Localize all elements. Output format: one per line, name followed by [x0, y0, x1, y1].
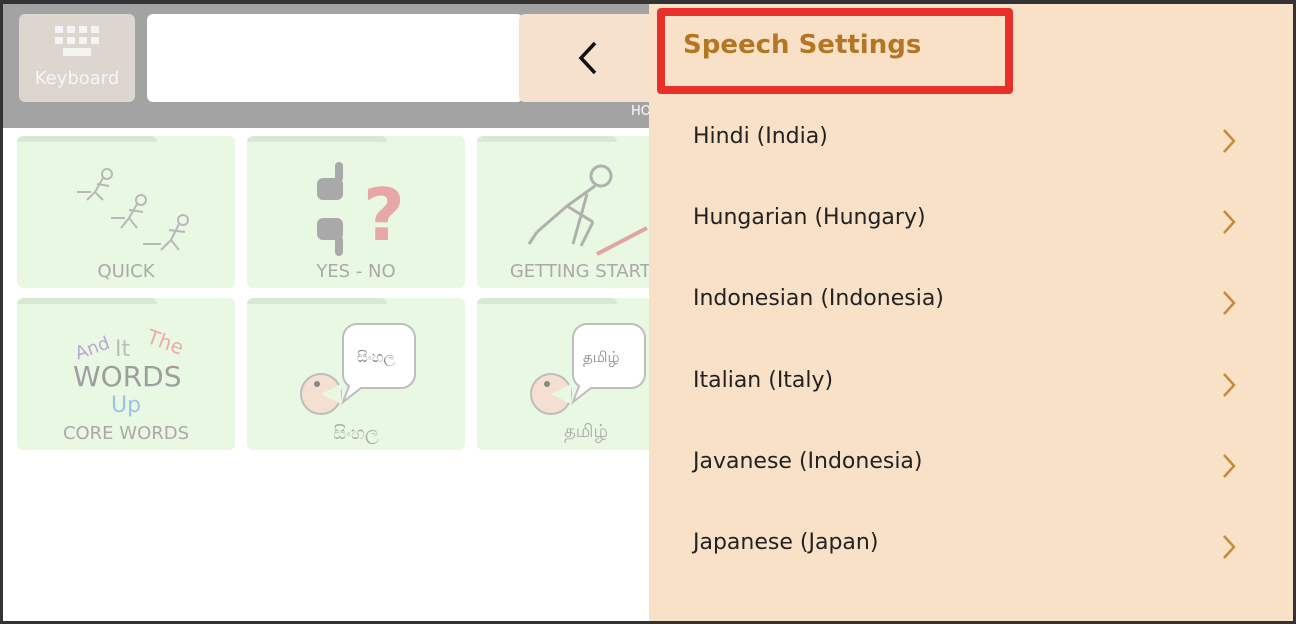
tile-tab	[247, 298, 387, 304]
tile-tab	[17, 136, 157, 142]
chevron-right-icon	[1223, 535, 1236, 559]
back-button[interactable]	[519, 14, 659, 102]
tile-core-words[interactable]: And It The WORDS Up CORE WORDS	[17, 298, 235, 450]
chevron-right-icon	[1223, 454, 1236, 478]
language-label: Japanese (Japan)	[693, 530, 879, 555]
art-word: The	[143, 324, 187, 360]
language-item-japanese[interactable]: Japanese (Japan)	[649, 510, 1289, 590]
tile-tab	[17, 298, 157, 304]
tile-tab	[247, 136, 387, 142]
tile-label: සිංහල	[333, 423, 379, 444]
keyboard-button[interactable]: Keyboard	[19, 14, 135, 102]
core-words-icon: And It The WORDS Up	[72, 324, 187, 418]
language-label: Hungarian (Hungary)	[693, 205, 926, 230]
art-word: Up	[111, 393, 141, 418]
language-label: Italian (Italy)	[693, 368, 834, 393]
language-item-javanese[interactable]: Javanese (Indonesia)	[649, 429, 1289, 509]
tile-label: YES - NO	[316, 261, 396, 282]
chevron-right-icon	[1223, 210, 1236, 234]
language-label: Hindi (India)	[693, 124, 828, 149]
language-label: Indonesian (Indonesia)	[693, 286, 944, 311]
language-item-italian[interactable]: Italian (Italy)	[649, 348, 1289, 428]
tile-tab	[477, 298, 617, 304]
language-label: Javanese (Indonesia)	[693, 449, 923, 474]
app-screen: Keyboard HO QUICK ? YES - NO GETTING STA…	[0, 0, 1296, 624]
chevron-right-icon	[1223, 373, 1236, 397]
svg-text:?: ?	[363, 173, 405, 257]
panel-title: Speech Settings	[683, 30, 922, 60]
art-word: WORDS	[73, 360, 182, 393]
sinhala-speech-icon: සිංහල	[300, 323, 416, 415]
chevron-right-icon	[1223, 291, 1236, 315]
art-word: It	[115, 337, 130, 362]
message-box[interactable]	[147, 14, 523, 102]
language-item-hindi[interactable]: Hindi (India)	[649, 104, 1289, 184]
tile-tab	[477, 136, 617, 142]
keyboard-icon	[55, 26, 99, 56]
bubble-text: සිංහල	[357, 348, 395, 366]
chevron-right-icon	[1223, 129, 1236, 153]
speech-settings-panel: Speech Settings Hindi (India) Hungarian …	[649, 4, 1293, 621]
tile-label: CORE WORDS	[62, 423, 190, 444]
home-label-partial: HO	[631, 104, 652, 119]
tile-yes-no[interactable]: ? YES - NO	[247, 136, 465, 288]
panel-title-highlight: Speech Settings	[657, 8, 1013, 94]
language-item-indonesian[interactable]: Indonesian (Indonesia)	[649, 266, 1289, 346]
thumbs-question-icon: ?	[317, 162, 405, 257]
bubble-text: தமிழ்	[583, 348, 620, 366]
running-figures-icon	[77, 168, 189, 251]
tile-label: QUICK	[97, 261, 155, 282]
keyboard-label: Keyboard	[34, 68, 120, 89]
language-item-hungarian[interactable]: Hungarian (Hungary)	[649, 185, 1289, 265]
chevron-left-icon	[578, 41, 597, 75]
tile-quick[interactable]: QUICK	[17, 136, 235, 288]
tile-sinhala[interactable]: සිංහල සිංහල	[247, 298, 465, 450]
